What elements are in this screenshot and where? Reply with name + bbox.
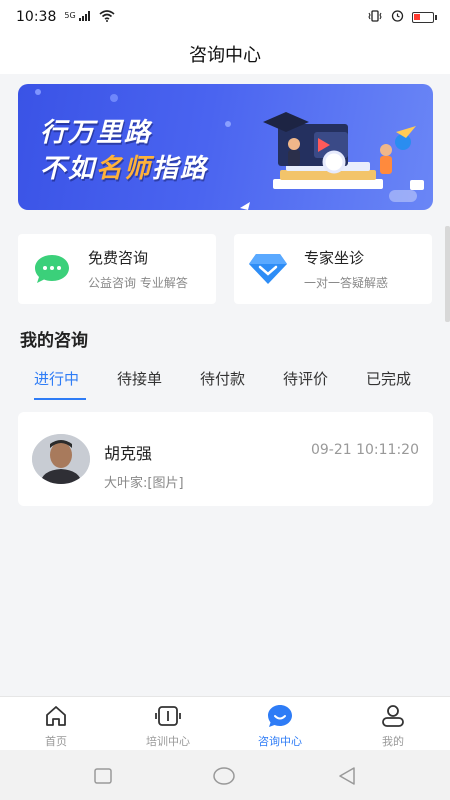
promo-banner[interactable]: 行万里路 不如名师指路 <box>18 84 433 210</box>
home-button[interactable] <box>213 765 235 787</box>
free-consult-text: 免费咨询 公益咨询 专业解答 <box>88 247 188 291</box>
wifi-icon <box>99 9 115 25</box>
page-title: 咨询中心 <box>189 45 261 66</box>
tabbar-consult[interactable]: 咨询中心 <box>235 703 325 749</box>
consult-last-message: 大叶家:[图片] <box>104 476 184 491</box>
tabbar-home-label: 首页 <box>45 735 67 748</box>
tab-in-progress[interactable]: 进行中 <box>34 368 79 389</box>
vibrate-icon <box>367 9 383 25</box>
consult-timestamp: 09-21 10:11:20 <box>310 442 419 458</box>
system-navigation-bar <box>0 750 450 800</box>
banner-line-2-highlight: 名师 <box>96 154 153 184</box>
nav-bar: 咨询中心 <box>0 34 450 74</box>
my-consultations-title: 我的咨询 <box>20 331 88 351</box>
tabbar-home[interactable]: 首页 <box>11 703 101 749</box>
banner-line-2-part-2: 指路 <box>152 154 209 184</box>
banner-pager-indicator <box>389 190 417 202</box>
list-item[interactable]: 胡克强 09-21 10:11:20 大叶家:[图片] <box>18 412 433 506</box>
chat-bubble-icon <box>32 249 72 289</box>
tabbar-consult-label: 咨询中心 <box>258 735 302 748</box>
banner-line-2-part-1: 不如 <box>40 154 97 184</box>
free-consult-title: 免费咨询 <box>88 249 149 267</box>
battery-icon <box>412 11 437 23</box>
status-bar: 10:38 5G <box>0 0 450 34</box>
tab-pending-payment[interactable]: 待付款 <box>200 368 245 389</box>
expert-consult-text: 专家坐诊 一对一答疑解惑 <box>304 247 388 291</box>
consult-icon <box>267 703 293 729</box>
tabbar-training-label: 培训中心 <box>146 735 190 748</box>
tab-pending-review[interactable]: 待评价 <box>283 368 328 389</box>
tabbar-profile[interactable]: 我的 <box>348 703 438 749</box>
active-tab-indicator <box>34 398 86 400</box>
consult-status-tabs: 进行中 待接单 待付款 待评价 已完成 <box>0 362 450 402</box>
tab-pending-accept[interactable]: 待接单 <box>117 368 162 389</box>
consultant-name: 胡克强 <box>104 444 153 463</box>
status-right <box>367 9 437 25</box>
tabbar-training[interactable]: 培训中心 <box>123 703 213 749</box>
back-button[interactable] <box>336 765 358 787</box>
alarm-icon <box>391 9 404 25</box>
expert-consult-title: 专家坐诊 <box>304 249 365 267</box>
expert-consult-card[interactable]: 专家坐诊 一对一答疑解惑 <box>234 234 432 304</box>
tab-completed[interactable]: 已完成 <box>366 368 411 389</box>
diamond-icon <box>248 249 288 289</box>
network-signal-icon: 5G <box>64 10 91 24</box>
free-consult-card[interactable]: 免费咨询 公益咨询 专业解答 <box>18 234 216 304</box>
training-icon <box>155 703 181 729</box>
bottom-tab-bar: 首页 培训中心 咨询中心 我的 <box>0 696 450 750</box>
expert-consult-subtitle: 一对一答疑解惑 <box>304 276 389 290</box>
avatar <box>32 434 90 484</box>
battery-level <box>414 13 420 20</box>
tabbar-profile-label: 我的 <box>382 735 404 748</box>
profile-icon <box>380 703 406 729</box>
recent-apps-button[interactable] <box>92 765 114 787</box>
edge-handle[interactable] <box>445 226 450 322</box>
home-icon <box>43 703 69 729</box>
network-type-label: 5G <box>64 10 76 20</box>
status-time: 10:38 <box>16 9 57 25</box>
free-consult-subtitle: 公益咨询 专业解答 <box>88 276 188 290</box>
banner-line-2: 不如名师指路 <box>40 148 208 185</box>
status-left: 10:38 5G <box>16 9 115 25</box>
banner-line-1: 行万里路 <box>40 118 153 148</box>
